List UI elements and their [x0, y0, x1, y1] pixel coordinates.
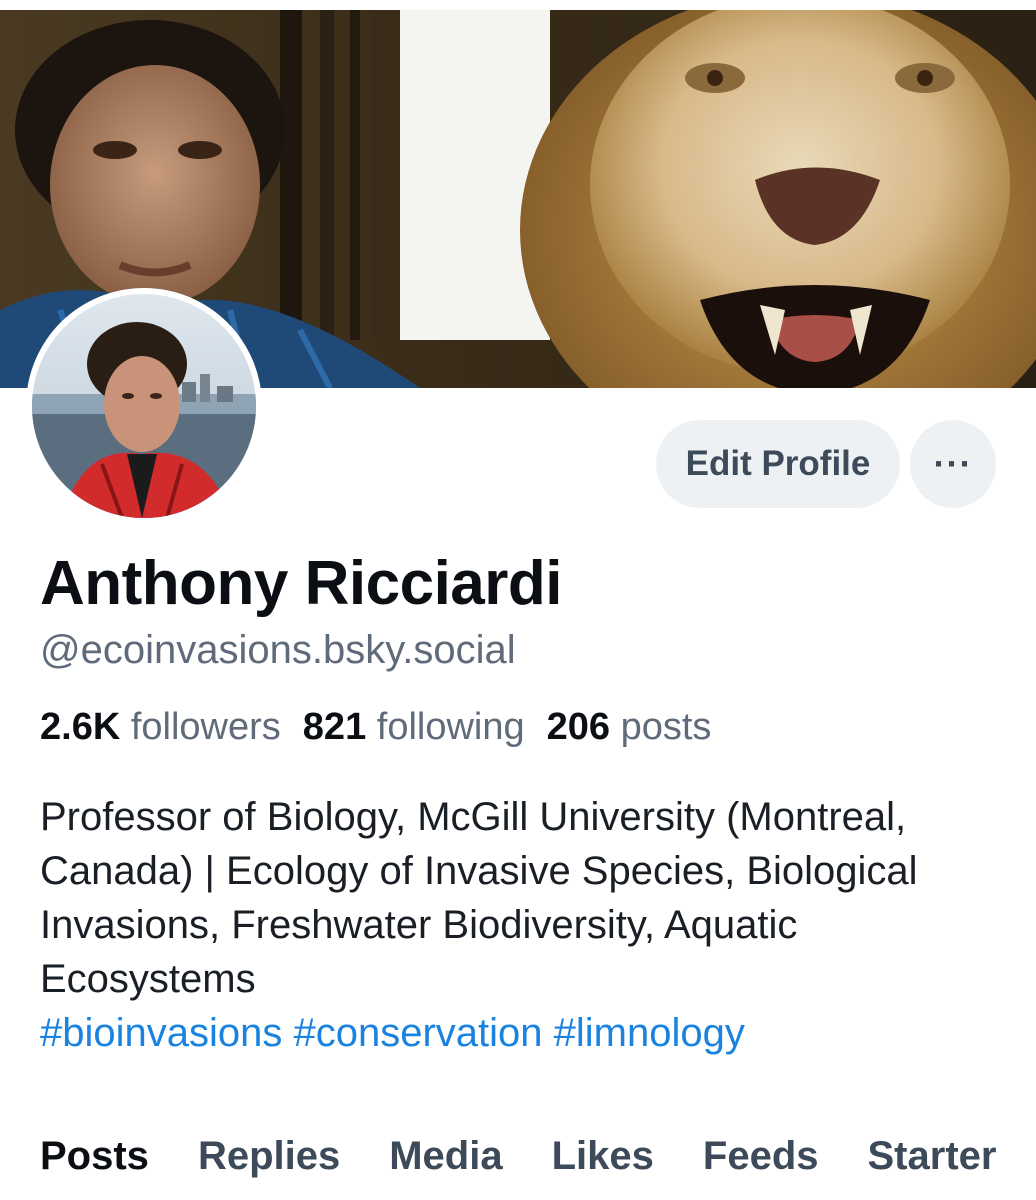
followers-link[interactable]: 2.6K followers [40, 706, 281, 748]
bio-hashtags[interactable]: #bioinvasions #conservation #limnology [40, 1006, 1000, 1060]
posts-label: posts [620, 706, 712, 748]
profile-tabs: Posts Replies Media Likes Feeds Starter [40, 1134, 1036, 1179]
tab-feeds[interactable]: Feeds [703, 1134, 819, 1179]
followers-count: 2.6K [40, 706, 121, 748]
tab-media[interactable]: Media [389, 1134, 502, 1179]
edit-profile-button[interactable]: Edit Profile [656, 420, 900, 508]
profile-stats: 2.6K followers 821 following 206 posts [40, 706, 711, 749]
bio-text: Professor of Biology, McGill University … [40, 795, 918, 1001]
profile-bio: Professor of Biology, McGill University … [40, 790, 1000, 1060]
tab-posts[interactable]: Posts [40, 1134, 149, 1179]
more-options-button[interactable]: ··· [910, 420, 996, 508]
avatar-image [32, 294, 256, 518]
posts-stat: 206 posts [547, 706, 712, 748]
more-horizontal-icon: ··· [933, 443, 973, 484]
profile-handle: @ecoinvasions.bsky.social [40, 628, 516, 672]
display-name: Anthony Ricciardi [40, 549, 563, 618]
following-count: 821 [302, 706, 367, 748]
tab-starter[interactable]: Starter [868, 1134, 997, 1179]
following-link[interactable]: 821 following [303, 706, 525, 748]
profile-avatar[interactable] [26, 288, 262, 524]
posts-count: 206 [546, 706, 611, 748]
followers-label: followers [130, 706, 281, 748]
following-label: following [376, 706, 525, 748]
tab-replies[interactable]: Replies [198, 1134, 340, 1179]
tab-likes[interactable]: Likes [552, 1134, 654, 1179]
